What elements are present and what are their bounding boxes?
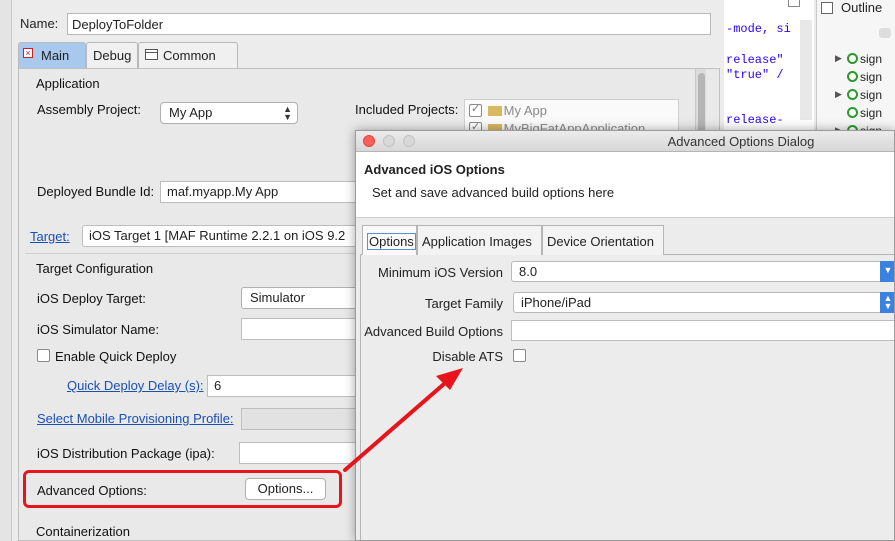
project-checkbox[interactable] <box>469 102 482 117</box>
tab-common[interactable]: Common <box>138 42 238 68</box>
included-project-label: My App <box>503 103 547 118</box>
outline-item-label: sign <box>860 106 883 120</box>
ios-deploy-target-select[interactable]: Simulator <box>241 287 361 309</box>
distribution-package-label: iOS Distribution Package (ipa): <box>37 446 215 461</box>
tab-main-label: Main <box>41 48 70 63</box>
application-group-label: Application <box>36 76 100 91</box>
target-family-value: iPhone/iPad <box>521 295 592 310</box>
advanced-options-dialog: Advanced Options Dialog Advanced iOS Opt… <box>355 130 895 541</box>
element-icon <box>847 89 858 100</box>
min-ios-combo[interactable]: 8.0 ▼ <box>511 261 894 282</box>
included-projects-label: Included Projects: <box>355 102 459 117</box>
outline-item[interactable]: ▶ sign <box>835 88 883 102</box>
tab-device-orientation[interactable]: Device Orientation <box>542 225 664 255</box>
quick-deploy-delay-link[interactable]: Quick Deploy Delay (s): <box>67 378 204 393</box>
distribution-package-input[interactable] <box>239 442 361 464</box>
annotation-highlight-box <box>23 470 342 508</box>
bundle-id-label: Deployed Bundle Id: <box>37 184 155 199</box>
enable-quick-deploy-checkbox[interactable] <box>37 349 50 362</box>
min-ios-label: Minimum iOS Version <box>378 265 503 280</box>
updown-chevron-icon: ▲ ▼ <box>283 104 292 122</box>
ios-deploy-target-label: iOS Deploy Target: <box>37 291 146 306</box>
updown-chevron-icon[interactable]: ▲ ▼ <box>880 292 894 313</box>
outline-item-label: sign <box>860 88 883 102</box>
tab-application-images[interactable]: Application Images <box>417 225 542 255</box>
config-tabbar: × Main Debug Common <box>18 42 720 68</box>
outline-icon <box>821 2 833 14</box>
dialog-titlebar[interactable]: Advanced Options Dialog <box>356 131 894 152</box>
target-config-group-label: Target Configuration <box>36 261 154 276</box>
dialog-heading: Advanced iOS Options <box>364 162 505 177</box>
target-family-label: Target Family <box>424 296 503 311</box>
expand-arrow-icon: ▶ <box>835 53 842 63</box>
assembly-project-select[interactable]: My App ▲ ▼ <box>160 102 298 124</box>
target-select[interactable]: iOS Target 1 [MAF Runtime 2.2.1 on iOS 9… <box>82 225 362 247</box>
tab-application-images-label: Application Images <box>422 234 532 249</box>
dialog-header: Advanced iOS Options Set and save advanc… <box>356 152 894 218</box>
dropdown-arrow-icon[interactable]: ▼ <box>880 261 894 282</box>
element-icon <box>847 107 858 118</box>
dialog-title: Advanced Options Dialog <box>667 134 815 149</box>
tab-device-orientation-label: Device Orientation <box>547 234 654 249</box>
left-panel-strip <box>0 0 12 541</box>
dialog-tabbar: Options Application Images Device Orient… <box>360 225 894 255</box>
enable-quick-deploy-label: Enable Quick Deploy <box>55 349 177 364</box>
outline-item[interactable]: sign <box>847 70 882 84</box>
name-input[interactable]: DeployToFolder <box>67 13 711 35</box>
disable-ats-label: Disable ATS <box>432 349 503 364</box>
target-config-divider <box>25 253 365 254</box>
provisioning-profile-link[interactable]: Select Mobile Provisioning Profile: <box>37 411 234 426</box>
code-editor[interactable]: -mode, si release" "true" / release- <box>724 0 814 132</box>
outline-item[interactable]: sign <box>847 106 882 120</box>
editor-line: release" <box>726 53 784 67</box>
tab-main[interactable]: × Main <box>18 42 86 68</box>
outline-item-label: sign <box>860 52 883 66</box>
tab-options-label: Options <box>367 233 416 250</box>
provisioning-profile-input <box>241 408 361 430</box>
outline-view: Outline ▶ sign sign ▶ sign sign ▶ sign <box>816 0 895 132</box>
editor-scrollbar[interactable] <box>800 20 812 120</box>
outline-item[interactable]: ▶ sign <box>835 52 883 66</box>
quick-deploy-delay-input[interactable]: 6 <box>207 375 361 397</box>
editor-line: release- <box>726 113 784 127</box>
folder-icon <box>487 106 502 116</box>
outline-item-label: sign <box>860 70 883 84</box>
included-project-item[interactable]: My App <box>469 102 547 118</box>
element-icon <box>847 53 858 64</box>
advanced-build-options-input[interactable] <box>511 320 894 341</box>
ios-simulator-name-input[interactable] <box>241 318 361 340</box>
outline-title: Outline <box>841 0 883 15</box>
ios-simulator-name-label: iOS Simulator Name: <box>37 322 160 337</box>
target-link[interactable]: Target: <box>30 229 70 244</box>
assembly-project-value: My App <box>169 105 213 120</box>
element-icon <box>847 71 858 82</box>
error-icon: × <box>23 48 33 58</box>
cloud-icon <box>879 28 891 38</box>
advanced-build-options-label: Advanced Build Options <box>364 324 503 339</box>
bundle-id-input[interactable]: maf.myapp.My App <box>160 181 360 203</box>
minimize-icon[interactable] <box>788 0 800 7</box>
assembly-project-label: Assembly Project: <box>37 102 142 117</box>
containerization-group-label: Containerization <box>36 524 130 539</box>
editor-line: -mode, si <box>726 22 791 36</box>
disable-ats-checkbox[interactable] <box>513 349 526 362</box>
editor-line: "true" / <box>726 68 784 82</box>
min-ios-value: 8.0 <box>519 264 538 279</box>
tab-debug-label: Debug <box>93 48 132 63</box>
dialog-subheading: Set and save advanced build options here <box>372 185 615 200</box>
tab-debug[interactable]: Debug <box>86 42 138 68</box>
tab-common-label: Common <box>163 48 216 63</box>
expand-arrow-icon: ▶ <box>835 89 842 99</box>
name-label: Name: <box>20 16 59 31</box>
target-family-select[interactable]: iPhone/iPad ▲ ▼ <box>513 292 894 313</box>
common-tab-icon <box>145 49 158 60</box>
tab-options[interactable]: Options <box>362 225 417 255</box>
